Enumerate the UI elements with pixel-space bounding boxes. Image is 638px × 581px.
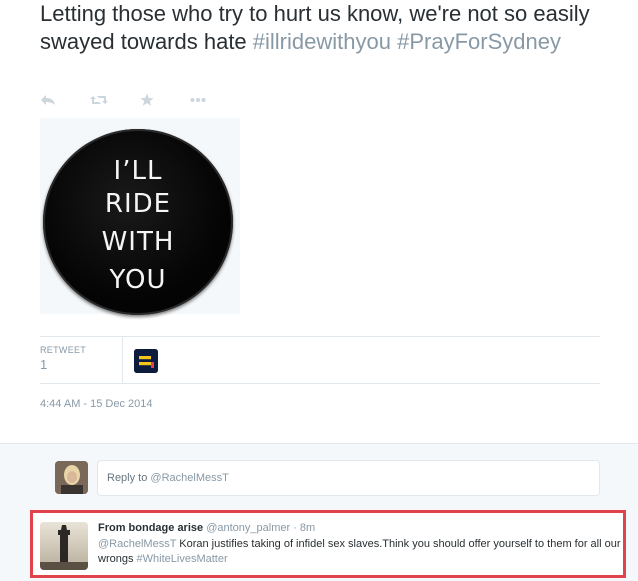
badge-line-2: RIDE: [104, 189, 172, 219]
reply-body: @RachelMessT Koran justifies taking of i…: [98, 537, 623, 567]
reply-input[interactable]: Reply to @RachelMessT: [97, 460, 600, 496]
reply-header: From bondage arise @antony_palmer · 8m: [98, 522, 315, 534]
hashtag-illridewithyou[interactable]: #illridewithyou: [253, 29, 391, 54]
hashtag-prayforsydney[interactable]: #PrayForSydney: [397, 29, 561, 54]
badge-line-3: WITH: [101, 227, 175, 257]
reply-body-mention[interactable]: @RachelMessT: [98, 538, 176, 550]
tweet-stats: RETWEET 1: [40, 336, 600, 384]
tweet-text: Letting those who try to hurt us know, w…: [40, 0, 630, 56]
retweet-icon: [90, 96, 108, 104]
badge-line-1: I’LL: [113, 156, 163, 186]
reply-body-hashtag[interactable]: #WhiteLivesMatter: [137, 553, 228, 565]
badge-line-4: YOU: [109, 265, 167, 295]
reply-mention: @RachelMessT: [150, 472, 229, 484]
tweet-actions: [40, 90, 240, 110]
reply-author-handle[interactable]: @antony_palmer: [206, 522, 290, 534]
user-photo: [55, 461, 88, 494]
retweet-count[interactable]: 1: [40, 357, 47, 372]
retweet-button[interactable]: [90, 90, 140, 110]
reply-author-name[interactable]: From bondage arise: [98, 522, 203, 534]
tweet-timestamp[interactable]: 4:44 AM - 15 Dec 2014: [40, 398, 153, 410]
reply-placeholder: Reply to @RachelMessT: [107, 472, 229, 484]
tweet-image[interactable]: I’LL RIDE WITH YOU: [40, 118, 240, 315]
stats-divider: [122, 337, 123, 383]
lighthouse-photo: [40, 522, 88, 570]
reply-icon: [41, 95, 55, 105]
star-icon: [140, 93, 154, 106]
equality-logo-icon: [134, 349, 158, 373]
retweeter-avatar[interactable]: [134, 349, 158, 373]
current-user-avatar[interactable]: [55, 461, 88, 494]
ill-ride-with-you-badge: I’LL RIDE WITH YOU: [43, 129, 233, 315]
favorite-button[interactable]: [140, 90, 190, 110]
retweet-label: RETWEET: [40, 345, 87, 355]
reply-separator: ·: [290, 522, 300, 534]
more-icon: [190, 98, 206, 102]
reply-time[interactable]: 8m: [300, 522, 315, 534]
reply-button[interactable]: [40, 90, 90, 110]
reply-tweet[interactable]: From bondage arise @antony_palmer · 8m @…: [30, 510, 626, 578]
more-button[interactable]: [190, 90, 240, 110]
reply-author-avatar[interactable]: [40, 522, 88, 570]
